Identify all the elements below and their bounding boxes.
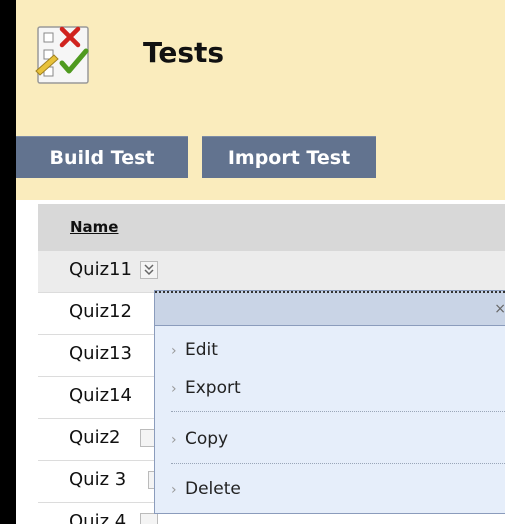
menu-item-export[interactable]: › Export [171,367,491,413]
page-header: Tests Build Test Import Test [16,0,505,200]
context-menu: × › Edit › Export › Copy › Delete [154,290,505,514]
table-row[interactable]: Quiz11 [38,251,505,293]
menu-item-copy[interactable]: › Copy [171,418,491,464]
menu-item-label: Edit [185,340,218,360]
row-name[interactable]: Quiz11 [69,259,132,280]
row-name[interactable]: Quiz 4 [69,511,126,524]
close-icon[interactable]: × [494,301,505,317]
menu-divider [171,411,505,412]
chevron-right-icon: › [171,482,177,498]
chevron-right-icon: › [171,343,177,359]
row-name[interactable]: Quiz13 [69,343,132,364]
row-name[interactable]: Quiz2 [69,427,120,448]
chevron-right-icon: › [171,381,177,397]
column-header-name[interactable]: Name [70,218,118,236]
menu-item-delete[interactable]: › Delete [171,468,491,514]
page-title: Tests [143,36,225,69]
menu-item-label: Copy [185,429,229,449]
row-name[interactable]: Quiz12 [69,301,132,322]
menu-divider [171,463,505,464]
import-test-button[interactable]: Import Test [202,136,376,178]
menu-item-label: Export [185,378,241,398]
context-menu-titlebar: × [155,291,505,326]
row-name[interactable]: Quiz14 [69,385,132,406]
table-header: Name [38,204,505,251]
chevron-down-icon[interactable] [140,513,158,524]
chevron-right-icon: › [171,432,177,448]
tests-checklist-icon [34,25,106,85]
build-test-button[interactable]: Build Test [16,136,188,178]
chevron-down-icon[interactable] [140,261,158,279]
row-name[interactable]: Quiz 3 [69,469,126,490]
content-frame: Tests Build Test Import Test Name Quiz11… [16,0,505,524]
menu-item-label: Delete [185,479,241,499]
